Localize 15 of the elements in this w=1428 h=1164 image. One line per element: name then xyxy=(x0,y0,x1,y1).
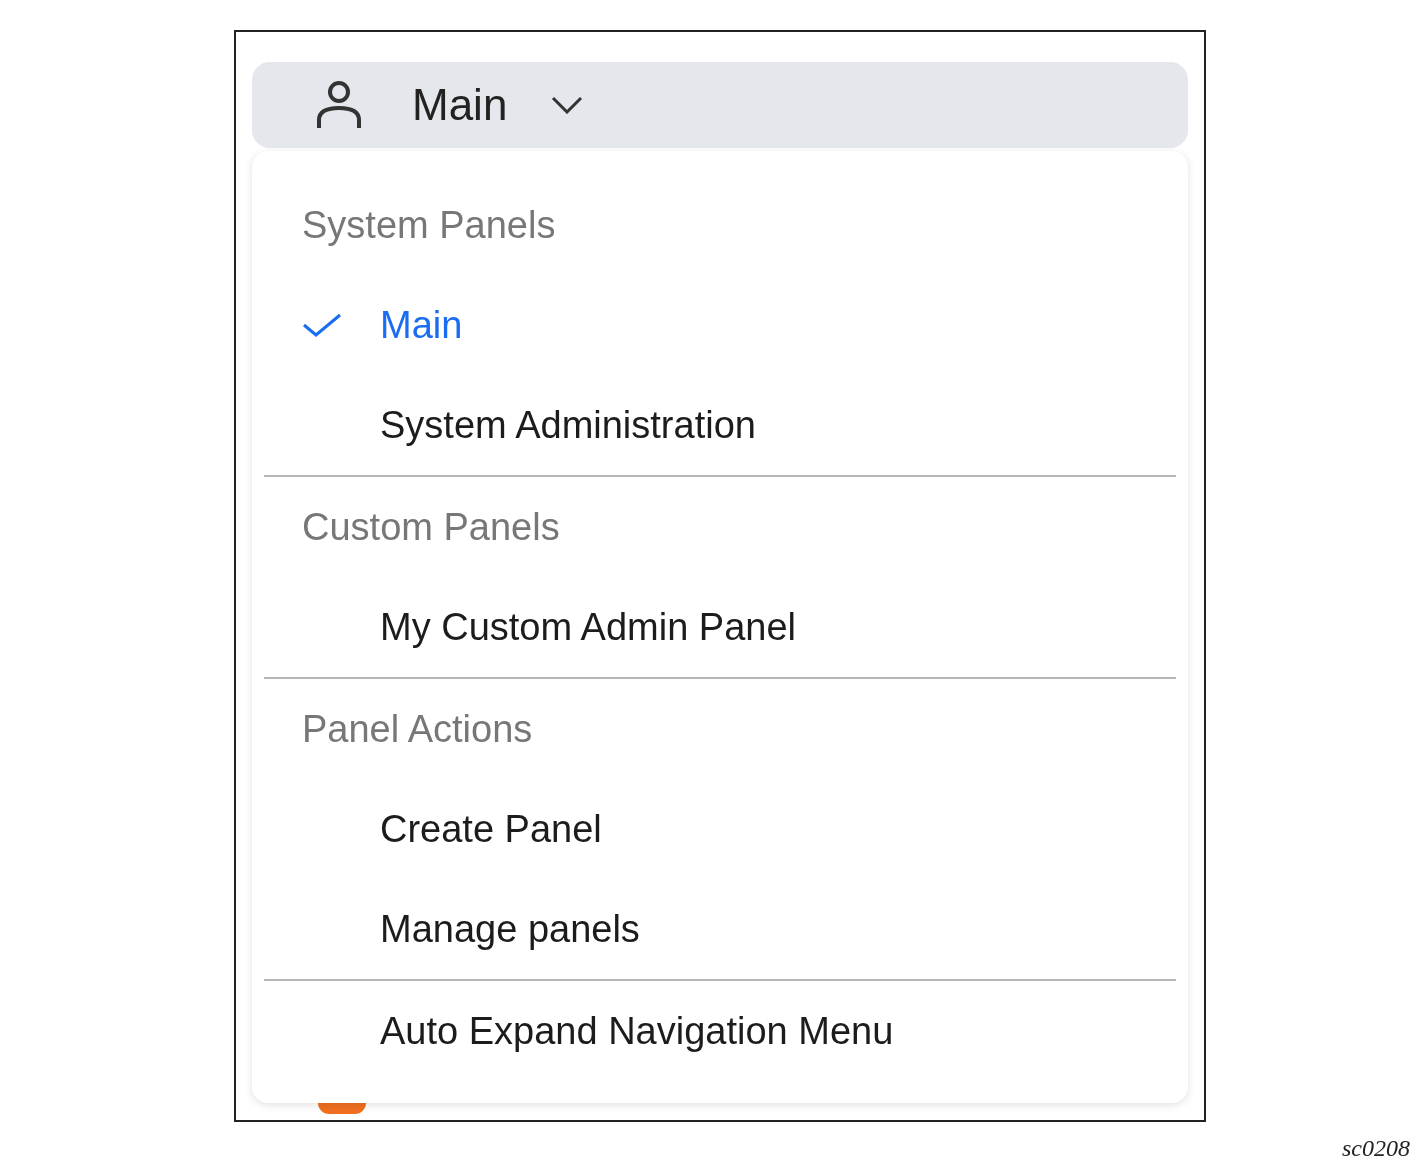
section-heading: Custom Panels xyxy=(301,504,561,550)
user-icon xyxy=(316,80,362,130)
menu-item[interactable]: Auto Expand Navigation Menu xyxy=(264,981,1176,1081)
menu-item[interactable]: System Administration xyxy=(264,375,1176,475)
menu-item[interactable]: Manage panels xyxy=(264,879,1176,979)
checkmark-icon xyxy=(302,313,342,337)
menu-item[interactable]: Create Panel xyxy=(264,779,1176,879)
panel-dropdown-button[interactable]: Main xyxy=(252,62,1188,148)
section-heading: System Panels xyxy=(301,202,557,248)
section-heading: Panel Actions xyxy=(301,706,534,752)
chevron-down-icon xyxy=(551,96,584,114)
figure-id: sc0208 xyxy=(1342,1134,1410,1163)
partial-shape xyxy=(318,1103,366,1114)
menu-item[interactable]: Main xyxy=(264,275,1176,375)
menu-item[interactable]: My Custom Admin Panel xyxy=(264,577,1176,677)
